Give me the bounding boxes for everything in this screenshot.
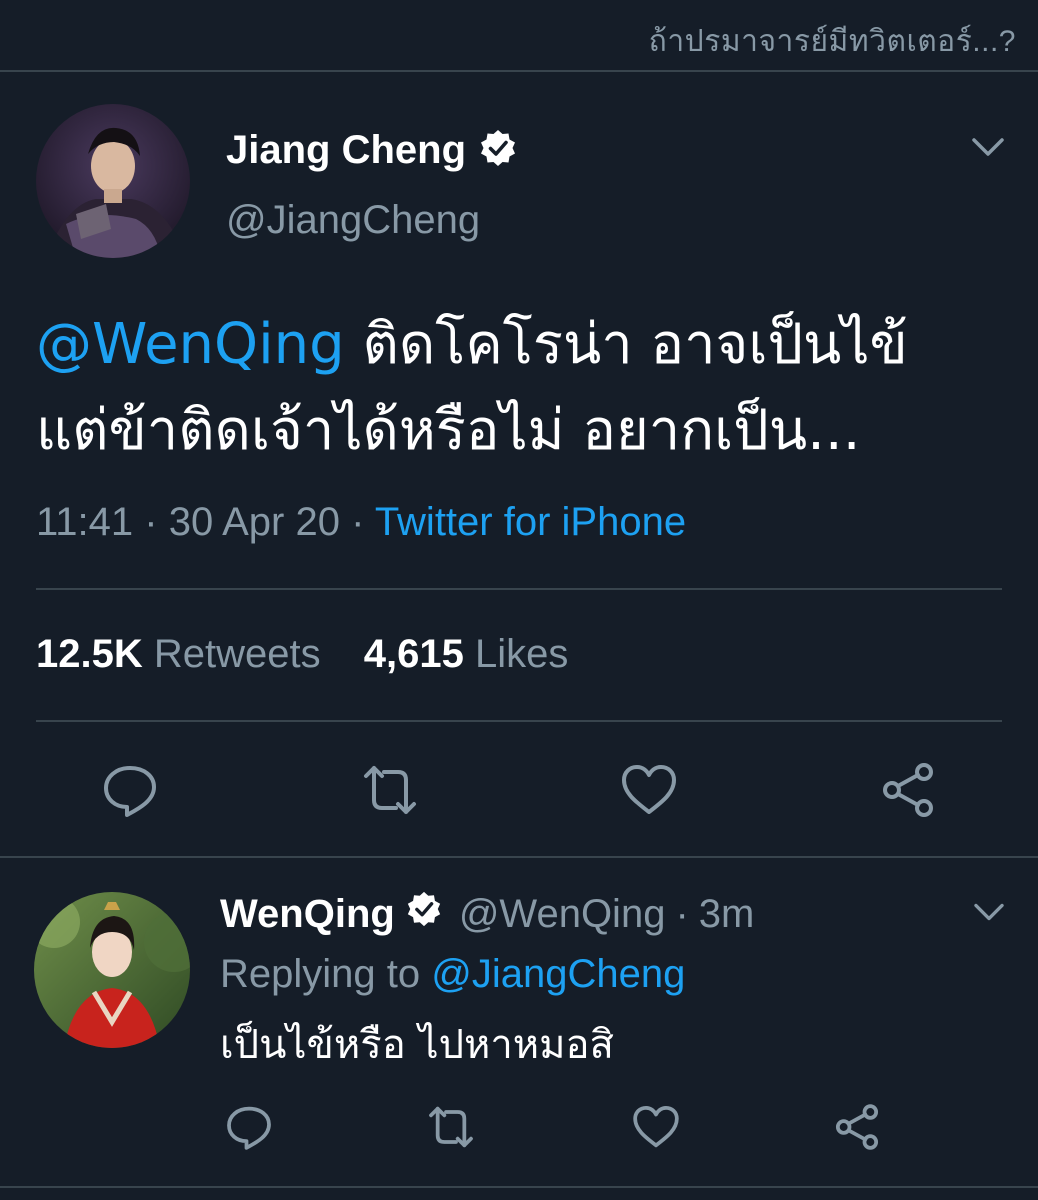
chevron-down-icon[interactable] [968,132,1008,167]
heart-icon [622,765,676,814]
replying-to: Replying to @JiangCheng [220,952,685,997]
chevron-down-icon[interactable] [970,898,1008,931]
like-button[interactable] [618,760,680,825]
main-display-name[interactable]: Jiang Cheng [226,128,466,173]
retweets-stat[interactable]: 12.5K Retweets [36,632,321,676]
retweet-icon [429,1106,473,1148]
reply-display-name[interactable]: WenQing [220,892,395,937]
likes-label: Likes [474,632,569,676]
verified-badge-icon [405,890,443,938]
tweet-text-line-1: @WenQing ติดโคโรน่า อาจเป็นไข้ [36,302,996,388]
reply-tweet-share-button[interactable] [832,1102,882,1157]
meta-separator: · [144,500,158,544]
meta-separator: · [351,500,365,544]
avatar-jiang-cheng[interactable] [36,104,190,258]
share-button[interactable] [878,760,938,825]
retweets-count: 12.5K [36,632,143,676]
top-divider [0,70,1038,72]
share-icon [883,763,933,817]
replying-to-label: Replying to [220,952,421,996]
main-tweet-text: @WenQing ติดโคโรน่า อาจเป็นไข้ แต่ข้าติด… [36,302,996,474]
comment-icon [104,766,156,817]
bottom-divider [0,1186,1038,1188]
heart-icon [633,1105,679,1148]
page-caption: ถ้าปรมาจารย์มีทวิตเตอร์...? [648,25,1016,58]
avatar-wen-qing[interactable] [34,892,190,1048]
main-author-row: Jiang Cheng [226,128,518,173]
thread-divider [0,856,1038,858]
main-handle[interactable]: @JiangCheng [226,198,480,243]
likes-count: 4,615 [363,632,464,676]
reply-tweet-like-button[interactable] [630,1102,682,1157]
verified-badge-icon [478,128,518,173]
share-icon [835,1104,879,1150]
tweet-meta: 11:41 · 30 Apr 20 · Twitter for iPhone [36,500,686,545]
retweets-label: Retweets [153,632,321,676]
reply-tweet-text: เป็นไข้หรือ ไปหาหมอสิ [220,1022,614,1068]
reply-tweet-reply-button[interactable] [224,1102,274,1157]
meta-divider [36,588,1002,590]
likes-stat[interactable]: 4,615 Likes [364,632,569,676]
reply-handle[interactable]: @WenQing [459,892,666,937]
tweet-text-line-1-rest: ติดโคโรน่า อาจเป็นไข้ [344,312,908,377]
tweet-text-line-2: แต่ข้าติดเจ้าได้หรือไม่ อยากเป็น... [36,398,861,463]
reply-author-row: WenQing @WenQing · 3m [220,890,754,938]
reply-separator: · [675,891,689,936]
stats-divider [36,720,1002,722]
tweet-stats: 12.5K Retweets 4,615 Likes [36,632,568,677]
reply-button[interactable] [100,760,160,825]
retweet-icon [364,766,416,814]
retweet-button[interactable] [358,760,422,825]
reply-tweet-retweet-button[interactable] [424,1102,478,1157]
tweet-time: 11:41 [36,500,134,544]
tweet-source-link[interactable]: Twitter for iPhone [375,500,686,544]
reply-age: 3m [698,891,755,936]
comment-icon [227,1106,271,1150]
tweet-date[interactable]: 30 Apr 20 [169,500,340,544]
replying-to-handle[interactable]: @JiangCheng [431,952,685,996]
mention-link[interactable]: @WenQing [36,312,345,377]
